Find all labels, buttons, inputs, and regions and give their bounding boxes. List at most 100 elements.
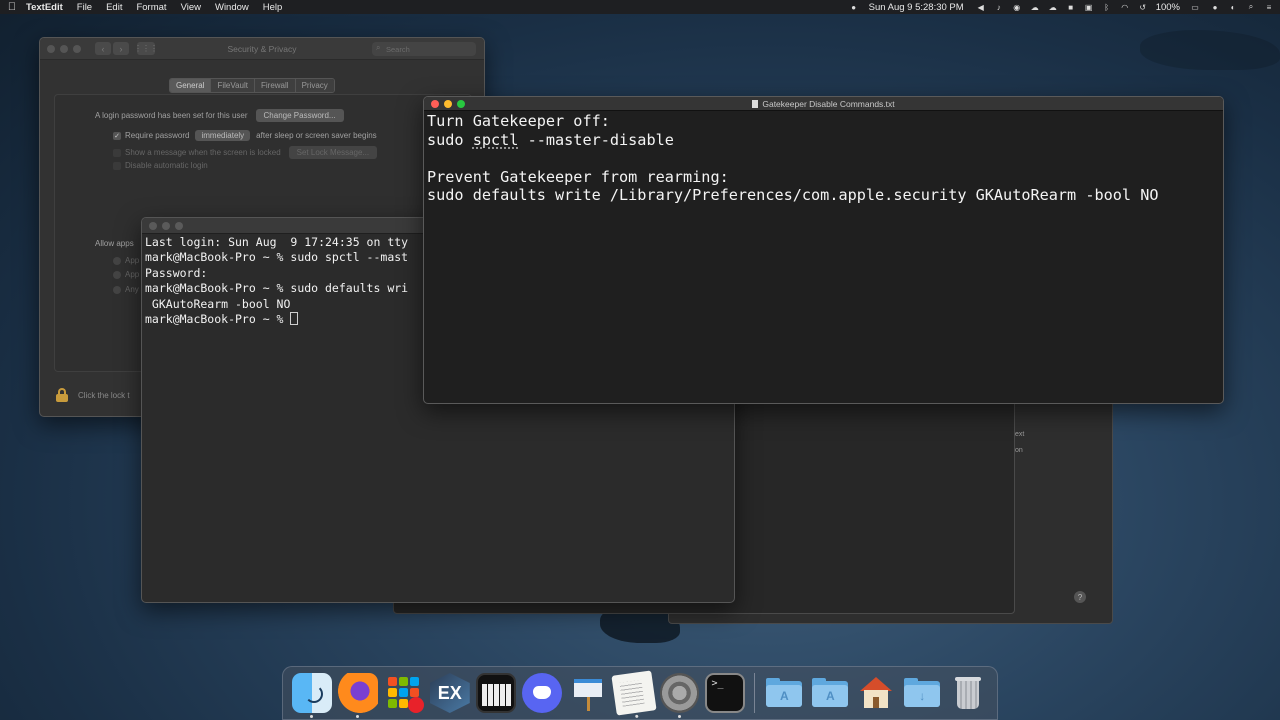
allow-option-label: Any bbox=[125, 285, 139, 294]
recording-icon[interactable]: ● bbox=[849, 2, 859, 12]
lock-row: Click the lock t bbox=[56, 388, 130, 402]
piano-keyboard-icon[interactable] bbox=[475, 673, 516, 713]
sysprefs-tabs: General FileVault Firewall Privacy bbox=[169, 78, 335, 93]
allow-apps-label: Allow apps bbox=[95, 239, 134, 248]
applications-folder-icon[interactable]: A bbox=[764, 673, 804, 713]
battery-icon[interactable]: ▭ bbox=[1188, 2, 1202, 12]
menu-format[interactable]: Format bbox=[136, 2, 166, 13]
discord-icon[interactable] bbox=[521, 673, 562, 713]
textedit-titlebar: Gatekeeper Disable Commands.txt bbox=[424, 97, 1223, 111]
allow-option-row: App bbox=[113, 256, 139, 265]
document-icon bbox=[752, 99, 759, 108]
allow-option-radio[interactable] bbox=[113, 270, 121, 279]
spotlight-icon[interactable]: ⌕ bbox=[1246, 2, 1256, 12]
trash-icon[interactable] bbox=[948, 673, 988, 713]
home-icon[interactable] bbox=[856, 673, 896, 713]
lock-icon[interactable] bbox=[56, 388, 68, 402]
user-icon[interactable]: ● bbox=[1210, 2, 1220, 12]
camera-icon[interactable]: ■ bbox=[1066, 2, 1076, 12]
close-button[interactable] bbox=[149, 221, 157, 230]
textedit-icon[interactable] bbox=[610, 670, 657, 719]
downloads-folder-icon[interactable]: ↓ bbox=[902, 673, 942, 713]
tab-firewall[interactable]: Firewall bbox=[255, 79, 296, 92]
change-password-button[interactable]: Change Password... bbox=[255, 109, 344, 122]
require-password-label: Require password bbox=[125, 131, 190, 140]
menu-help[interactable]: Help bbox=[263, 2, 283, 13]
system-preferences-icon[interactable] bbox=[659, 673, 700, 718]
tab-general[interactable]: General bbox=[170, 79, 212, 92]
require-password-row: ✓ Require password immediately after sle… bbox=[113, 130, 377, 141]
window-text-fragment: on bbox=[1015, 447, 1023, 454]
launchpad-grid-icon[interactable] bbox=[384, 673, 424, 713]
show-message-row: Show a message when the screen is locked… bbox=[113, 146, 378, 159]
terminal-icon[interactable]: >_ bbox=[705, 673, 746, 713]
music-icon[interactable]: ♪ bbox=[994, 2, 1004, 12]
allow-option-row: App bbox=[113, 270, 139, 279]
keynote-icon[interactable] bbox=[568, 673, 608, 713]
set-lock-message-button[interactable]: Set Lock Message... bbox=[288, 146, 378, 159]
document-body[interactable]: Turn Gatekeeper off: sudo spctl --master… bbox=[424, 111, 1223, 206]
wifi-icon[interactable]: ◠ bbox=[1120, 2, 1130, 12]
allow-option-row: Any bbox=[113, 285, 139, 294]
document-line: sudo defaults write /Library/Preferences… bbox=[427, 186, 1159, 205]
finder-icon[interactable] bbox=[292, 673, 332, 718]
zoom-button[interactable] bbox=[73, 44, 81, 53]
allow-option-radio[interactable] bbox=[113, 285, 121, 294]
window-switch-icon[interactable]: ▣ bbox=[1084, 2, 1094, 12]
close-button[interactable] bbox=[47, 44, 55, 53]
document-line: Prevent Gatekeeper from rearming: bbox=[427, 167, 729, 186]
document-text: sudo bbox=[427, 130, 473, 149]
show-message-label: Show a message when the screen is locked bbox=[125, 148, 281, 157]
siri-icon[interactable]: ◐ bbox=[1228, 2, 1238, 12]
textedit-title: Gatekeeper Disable Commands.txt bbox=[424, 99, 1223, 109]
menu-window[interactable]: Window bbox=[215, 2, 249, 13]
menu-bar:  TextEdit File Edit Format View Window … bbox=[0, 0, 1280, 14]
zoom-button[interactable] bbox=[175, 221, 183, 230]
zoom-button[interactable] bbox=[457, 99, 465, 108]
terminal-prompt: mark@MacBook-Pro ~ % bbox=[145, 312, 291, 327]
minimize-button[interactable] bbox=[162, 221, 170, 230]
applications-folder-icon[interactable]: A bbox=[810, 673, 850, 713]
minimize-button[interactable] bbox=[444, 99, 452, 108]
auto-login-row: Disable automatic login bbox=[113, 161, 208, 170]
menu-file[interactable]: File bbox=[77, 2, 92, 13]
history-icon[interactable]: ↺ bbox=[1138, 2, 1148, 12]
require-password-select[interactable]: immediately bbox=[195, 130, 251, 141]
exodus-icon[interactable]: EX bbox=[429, 673, 470, 713]
login-password-text: A login password has been set for this u… bbox=[95, 111, 248, 120]
upload-cloud-icon[interactable]: ☁ bbox=[1048, 2, 1058, 12]
control-center-icon[interactable]: ≡ bbox=[1264, 2, 1274, 12]
bluetooth-icon[interactable]: ᛒ bbox=[1102, 2, 1112, 12]
vpn-icon[interactable]: ◉ bbox=[1012, 2, 1022, 12]
volume-icon[interactable]: ◀ bbox=[976, 2, 986, 12]
close-button[interactable] bbox=[431, 99, 439, 108]
menu-app-name[interactable]: TextEdit bbox=[26, 2, 63, 13]
back-icon[interactable]: ‹ bbox=[95, 42, 111, 55]
menu-clock[interactable]: Sun Aug 9 5:28:30 PM bbox=[869, 2, 964, 13]
forward-icon[interactable]: › bbox=[113, 42, 129, 55]
minimize-button[interactable] bbox=[60, 44, 68, 53]
textedit-window[interactable]: Gatekeeper Disable Commands.txt Turn Gat… bbox=[423, 96, 1224, 404]
apple-menu-icon[interactable]:  bbox=[6, 1, 18, 13]
search-placeholder: Search bbox=[386, 44, 410, 54]
document-text: --master-disable bbox=[518, 130, 674, 149]
wallpaper-rock bbox=[1140, 30, 1280, 70]
firefox-icon[interactable] bbox=[337, 673, 378, 718]
after-sleep-text: after sleep or screen saver begins bbox=[256, 131, 377, 140]
help-icon[interactable]: ? bbox=[1074, 591, 1086, 603]
disable-auto-login-checkbox[interactable] bbox=[113, 161, 121, 170]
menu-view[interactable]: View bbox=[181, 2, 201, 13]
show-message-checkbox[interactable] bbox=[113, 148, 121, 157]
search-input[interactable]: ⌕ Search bbox=[372, 42, 476, 56]
misspelled-word: spctl bbox=[472, 130, 519, 149]
tab-privacy[interactable]: Privacy bbox=[295, 79, 334, 92]
show-all-grid-icon[interactable]: ⋮⋮⋮ bbox=[134, 42, 158, 55]
allow-option-label: App bbox=[125, 270, 140, 279]
cloud-icon[interactable]: ☁ bbox=[1030, 2, 1040, 12]
window-text-fragment: ext bbox=[1015, 431, 1025, 438]
require-password-checkbox[interactable]: ✓ bbox=[113, 131, 121, 140]
tab-filevault[interactable]: FileVault bbox=[211, 79, 255, 92]
menu-edit[interactable]: Edit bbox=[106, 2, 122, 13]
allow-option-radio[interactable] bbox=[113, 256, 121, 265]
battery-percent[interactable]: 100% bbox=[1156, 2, 1180, 13]
